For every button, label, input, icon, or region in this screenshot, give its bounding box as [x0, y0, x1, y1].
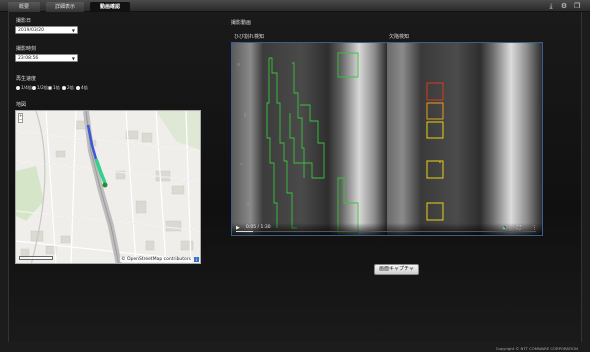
- tab-overview[interactable]: 概要: [8, 2, 40, 12]
- map-scale: [19, 256, 53, 260]
- map-view[interactable]: + − © OpenStreetMap contributors i: [15, 110, 201, 264]
- time-label: 撮影時刻: [16, 46, 37, 52]
- tab-detail[interactable]: 詳細表示: [46, 2, 84, 12]
- footer-copyright: Copyright © NTT COMWARE CORPORATION: [495, 346, 578, 351]
- screen-capture-button[interactable]: 画面キャプチャ: [374, 264, 419, 275]
- map-info-icon[interactable]: i: [194, 257, 199, 262]
- crack-detection-label: ひび割れ検知: [234, 34, 265, 40]
- radio-speed-4x[interactable]: 4倍: [76, 85, 88, 91]
- video-progress-fill: [236, 231, 253, 232]
- radio-dot: [16, 85, 20, 90]
- video-progress-bar[interactable]: [236, 231, 536, 232]
- radio-speed-2x[interactable]: 2倍: [62, 85, 74, 91]
- defect-detection-label: 欠陥検知: [389, 34, 410, 40]
- radio-dot: [32, 85, 36, 90]
- radio-dot: [76, 85, 80, 90]
- radio-dot: [62, 85, 66, 90]
- road-image-right: [387, 43, 542, 235]
- date-select[interactable]: 2019/03/20 ▼: [15, 26, 78, 34]
- chevron-down-icon: ▼: [71, 56, 75, 61]
- download-icon[interactable]: ⤓: [547, 3, 555, 10]
- date-label: 撮影日: [16, 18, 32, 24]
- radio-dot-selected: [48, 85, 52, 90]
- video-title: 撮影動画: [231, 20, 252, 26]
- vehicle-track: [86, 124, 108, 188]
- radio-speed-quarter[interactable]: 1/4倍: [16, 85, 32, 91]
- interval-label: 再生速度: [16, 76, 37, 82]
- window-icon[interactable]: ❐: [573, 3, 581, 10]
- time-select[interactable]: 23:08:56 ▼: [15, 54, 78, 62]
- time-value: 23:08:56: [18, 56, 39, 61]
- date-value: 2019/03/20: [18, 28, 44, 33]
- top-bar: 概要 詳細表示 動画確認 ⤓ ⚙ ❐: [0, 0, 590, 12]
- radio-speed-half[interactable]: 1/2倍: [32, 85, 48, 91]
- zoom-out-button[interactable]: −: [19, 118, 22, 122]
- tab-video[interactable]: 動画確認: [90, 2, 130, 12]
- video-player[interactable]: ▶ 0:05 / 1:30 🔈 ⛶ ⋮: [231, 42, 543, 236]
- map-attribution[interactable]: © OpenStreetMap contributors: [120, 257, 192, 262]
- radio-speed-1x[interactable]: 1倍: [48, 85, 60, 91]
- map-title: 地図: [16, 102, 27, 108]
- defect-detection-frame: [387, 43, 542, 235]
- chevron-down-icon: ▼: [71, 28, 75, 33]
- zoom-control: + −: [18, 113, 23, 123]
- gear-icon[interactable]: ⚙: [560, 3, 568, 10]
- video-controls: ▶ 0:05 / 1:30 🔈 ⛶ ⋮: [232, 223, 542, 235]
- crack-detection-frame: [232, 43, 387, 235]
- road-image-left: [232, 43, 387, 235]
